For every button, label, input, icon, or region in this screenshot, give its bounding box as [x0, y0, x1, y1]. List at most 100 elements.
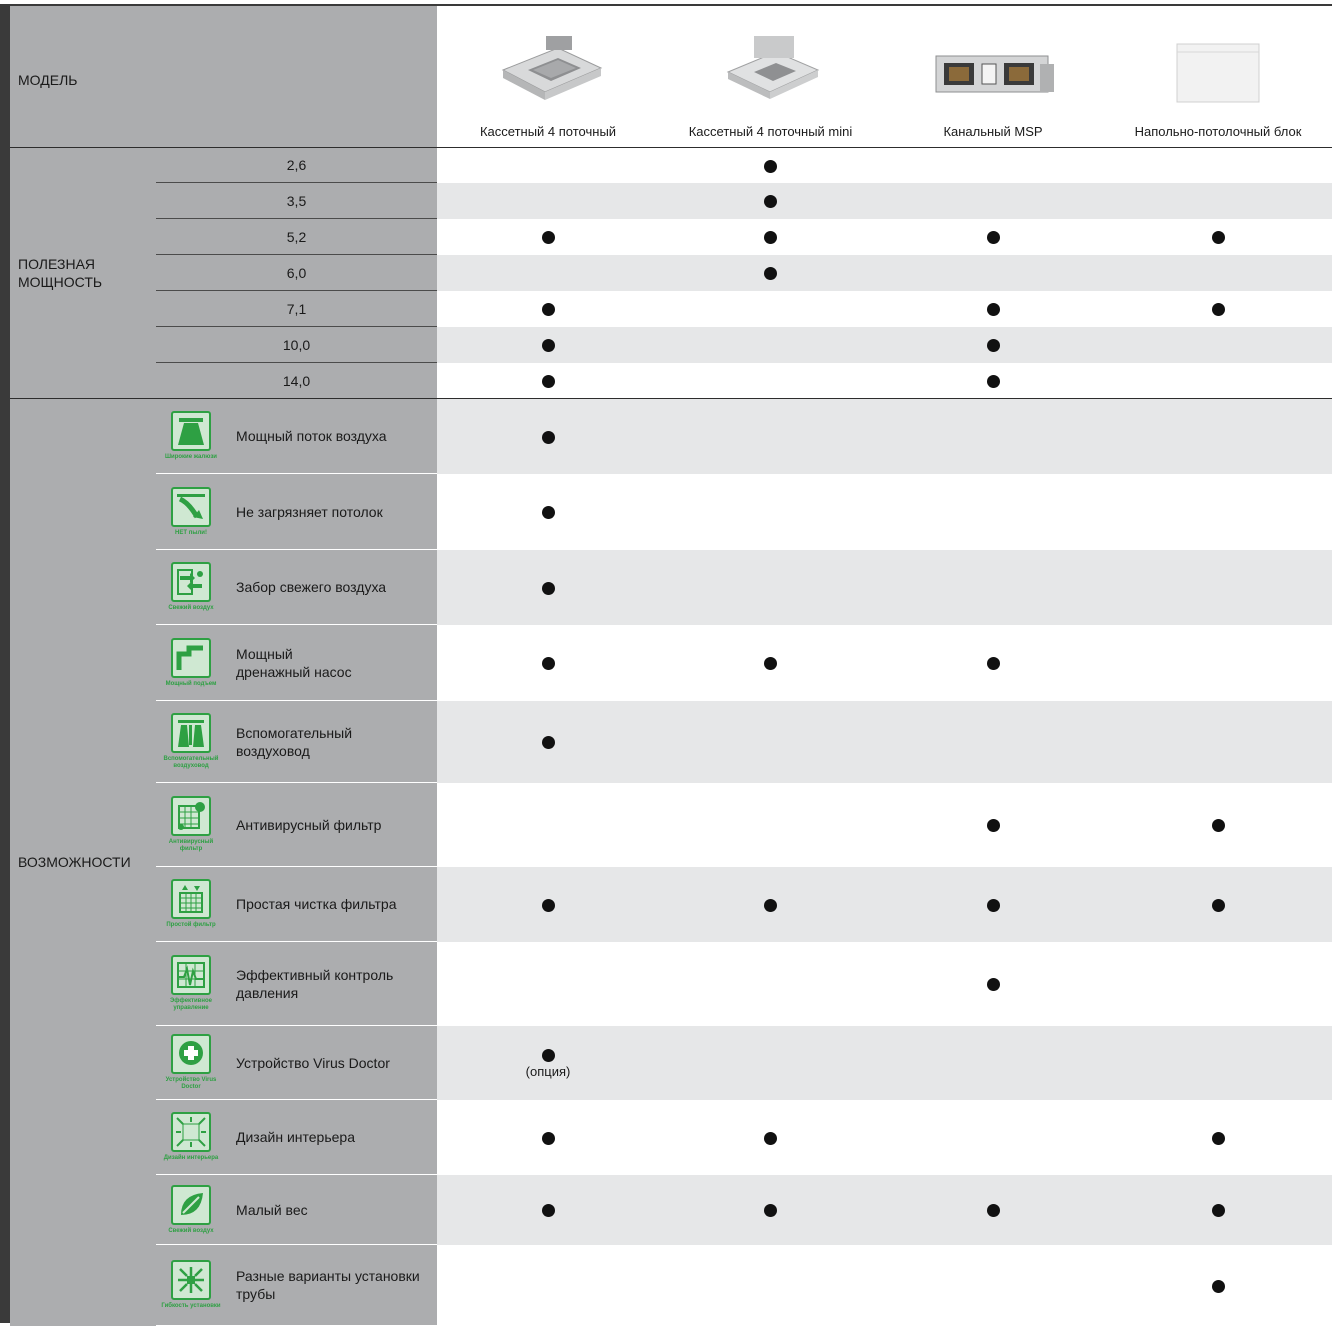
easy-filter-icon: Простой фильтр: [160, 879, 222, 929]
feature-row: Мощный подъем Мощный дренажный насос: [10, 624, 1332, 701]
capacity-label: ПОЛЕЗНАЯ МОЩНОСТЬ: [10, 147, 156, 399]
icon-caption: Эффективное управление: [170, 998, 212, 1011]
mark-cell: [1104, 866, 1332, 942]
availability-dot: [541, 657, 555, 671]
empty-cell: [1104, 1025, 1332, 1100]
empty-cell: [659, 700, 883, 783]
feature-wrap: Гибкость установки Разные варианты устано…: [156, 1260, 437, 1310]
empty-cell: [659, 942, 882, 1026]
availability-dot: [764, 657, 778, 671]
mark-cell: [882, 326, 1105, 363]
availability-dot: [541, 898, 555, 912]
capacity-row: 14,0: [10, 362, 1332, 399]
empty-cell: [882, 147, 1105, 183]
feature-row: Эффективное управление Эффективный контро…: [10, 941, 1332, 1026]
availability-dot: [541, 506, 555, 520]
icon-box: [171, 1260, 211, 1300]
features-label: ВОЗМОЖНОСТИ: [10, 398, 156, 1326]
product-name: Кассетный 4 поточный: [479, 124, 617, 139]
comparison-page: МОДЕЛЬ Кассетный 4 поточный Кассетный 4 …: [0, 0, 1332, 1326]
light-weight-icon: Свежий воздух: [160, 1184, 222, 1235]
mark-cell: [882, 783, 1104, 867]
capacity-value: 14,0: [156, 362, 438, 399]
icon-box: [171, 637, 211, 678]
capacity-value: 3,5: [156, 182, 438, 219]
empty-cell: [659, 363, 882, 399]
availability-dot: [541, 581, 555, 595]
icon-caption: НЕТ пыли!: [175, 529, 207, 536]
availability-dot: [1211, 1131, 1225, 1145]
empty-cell: [1104, 326, 1332, 363]
empty-cell: [882, 549, 1105, 625]
mark-cell: [437, 219, 659, 255]
icon-box: [171, 796, 211, 836]
icon-box: [171, 955, 211, 995]
feature-row: Устройство Virus Doctor Устройство Virus …: [10, 1025, 1332, 1100]
mark-cell: [437, 1174, 660, 1245]
empty-cell: [1104, 942, 1332, 1026]
feature-cell: НЕТ пыли! Не загрязняет потолок: [156, 473, 438, 550]
availability-dot: [541, 431, 555, 445]
icon-caption: Гибкость установки: [161, 1303, 221, 1309]
availability-dot: [541, 1131, 555, 1145]
cassette-mini-unit-image: [726, 36, 819, 99]
empty-cell: [659, 549, 883, 625]
icon-box: [171, 1034, 211, 1074]
feature-wrap: Эффективное управление Эффективный контро…: [156, 955, 437, 1012]
availability-dot: [1211, 1279, 1225, 1293]
mark-cell: [437, 398, 660, 474]
feature-cell: Свежий воздух Забор свежего воздуха: [156, 549, 438, 625]
capacity-value: 2,6: [156, 147, 438, 183]
mark-cell: [437, 474, 659, 550]
feature-label: Не загрязняет потолок: [236, 503, 383, 520]
empty-cell: [659, 398, 883, 474]
empty-cell: [1104, 549, 1332, 625]
icon-caption: Антивирусный фильтр: [168, 839, 214, 852]
feature-wrap: Свежий воздух Малый вес: [156, 1184, 437, 1235]
icon-box: [171, 486, 211, 527]
availability-dot: [986, 819, 1000, 833]
virus-doctor-icon: Устройство Virus Doctor: [160, 1034, 222, 1091]
feature-cell: Устройство Virus Doctor Устройство Virus …: [156, 1025, 438, 1100]
empty-cell: [1104, 254, 1332, 291]
capacity-value: 7,1: [156, 290, 438, 327]
pressure-control-icon: Эффективное управление: [160, 955, 222, 1012]
feature-wrap: Устройство Virus Doctor Устройство Virus …: [156, 1034, 437, 1091]
availability-dot: [764, 1131, 778, 1145]
feature-wrap: Дизайн интерьера Дизайн интерьера: [156, 1112, 437, 1162]
model-label: МОДЕЛЬ: [10, 6, 438, 148]
feature-row: Гибкость установки Разные варианты устано…: [10, 1244, 1332, 1326]
availability-dot: [764, 898, 778, 912]
availability-dot: [541, 375, 555, 389]
feature-label: Устройство Virus Doctor: [236, 1054, 390, 1071]
feature-label: Мощный поток воздуха: [236, 428, 387, 444]
feature-cell: Мощный подъем Мощный дренажный насос: [156, 624, 438, 701]
product-duct: Канальный MSP: [882, 6, 1104, 148]
product-cassette-mini: Кассетный 4 поточный mini: [659, 6, 882, 148]
capacity-row: 3,5: [10, 182, 1332, 219]
mark-cell: [1104, 1100, 1332, 1175]
feature-label: Разные варианты установки трубы: [236, 1268, 420, 1302]
feature-row: Свежий воздух Забор свежего воздуха: [10, 549, 1332, 625]
icon-caption: Устройство Virus Doctor: [165, 1077, 217, 1090]
capacity-row: 10,0: [10, 326, 1332, 363]
empty-cell: [882, 474, 1104, 550]
availability-dot: [764, 267, 778, 281]
capacity-value: 10,0: [156, 326, 438, 363]
icon-box: [171, 562, 211, 602]
feature-wrap: Свежий воздух Забор свежего воздуха: [156, 562, 437, 612]
empty-cell: [1104, 625, 1332, 701]
capacity-value: 5,2: [156, 218, 438, 255]
mark-cell: [882, 942, 1104, 1026]
mark-cell: [659, 147, 883, 183]
availability-dot: [1211, 898, 1225, 912]
empty-cell: [1104, 147, 1332, 183]
mark-cell: [437, 363, 659, 399]
feature-label: Эффективный контроль давления: [236, 966, 394, 1001]
icon-caption: Простой фильтр: [166, 922, 216, 928]
availability-dot: [986, 657, 1000, 671]
empty-cell: [1104, 398, 1332, 474]
fresh-air-icon: Свежий воздух: [160, 562, 222, 612]
mark-cell: [437, 1100, 659, 1175]
feature-row: Вспомогательный воздуховод Вспомогательны…: [10, 700, 1332, 783]
